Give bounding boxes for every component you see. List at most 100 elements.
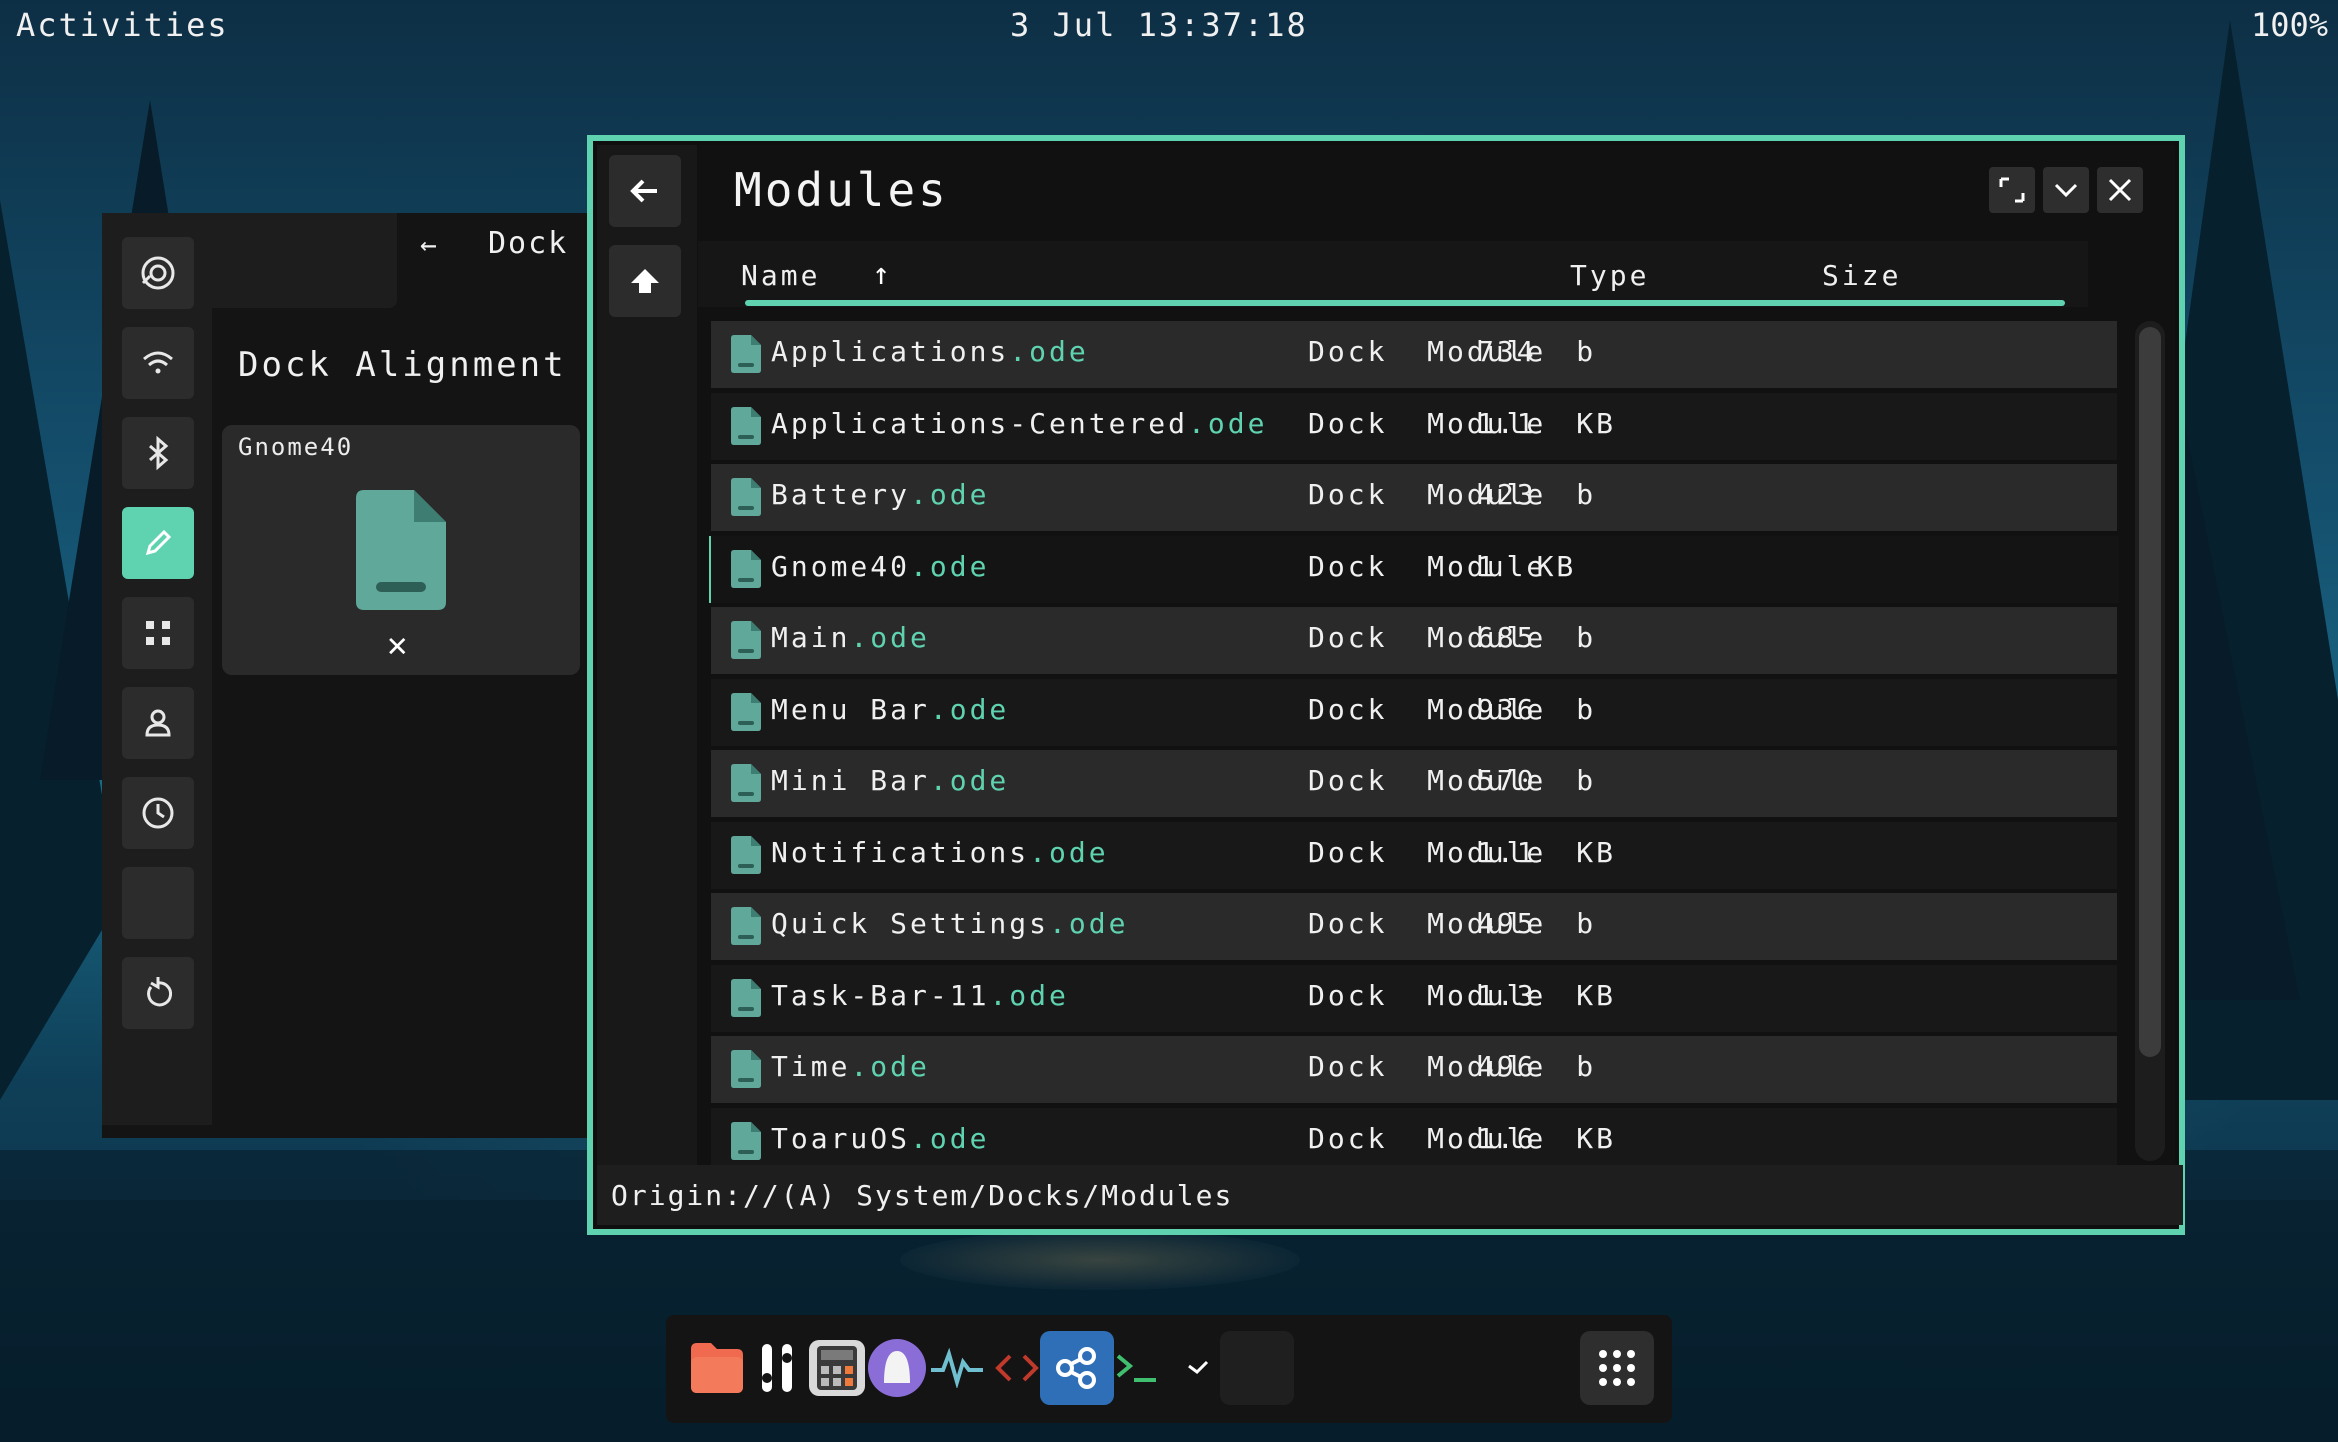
close-icon[interactable] [2097, 167, 2143, 213]
file-name: Battery.ode [771, 478, 989, 511]
file-size: 1 KB [1477, 550, 1577, 583]
file-name: Mini Bar.ode [771, 764, 1009, 797]
file-extension: .ode [1188, 407, 1268, 440]
file-extension: .ode [989, 979, 1069, 1012]
file-basename: Time [771, 1050, 851, 1083]
user-icon[interactable] [122, 687, 194, 759]
settings-sidebar [102, 213, 212, 1125]
file-row[interactable]: Battery.ode Dock Module 423 b [711, 464, 2117, 531]
file-name: Quick Settings.ode [771, 907, 1128, 940]
file-manager-rail [597, 145, 697, 1175]
file-name: Gnome40.ode [771, 550, 989, 583]
file-row[interactable]: Menu Bar.ode Dock Module 936 b [711, 679, 2117, 746]
blank-icon[interactable] [122, 867, 194, 939]
file-icon [731, 478, 761, 520]
file-manager-body: Modules Name ↑ Type Size Applications.od… [597, 145, 2183, 1225]
file-basename: Mini Bar [771, 764, 930, 797]
file-size: 685 b [1477, 621, 1597, 654]
current-path: Origin://(A) System/Docks/Modules [611, 1179, 1234, 1212]
remove-module-button[interactable]: ✕ [387, 625, 407, 665]
file-row[interactable]: Applications-Centered.ode Dock Module 1.1 … [711, 393, 2117, 460]
settings-title: Dock [488, 226, 569, 261]
file-basename: Applications-Centered [771, 407, 1189, 440]
file-size: 936 b [1477, 693, 1597, 726]
file-extension: .ode [929, 693, 1010, 726]
file-name: Notifications.ode [771, 836, 1109, 869]
file-icon [731, 407, 761, 449]
back-arrow-icon[interactable]: ← [420, 228, 437, 261]
file-manager-window: Modules Name ↑ Type Size Applications.od… [587, 135, 2185, 1235]
file-basename: Main [771, 621, 851, 654]
dock-alignment-heading: Dock Alignment [238, 345, 567, 385]
file-icon [731, 693, 761, 735]
module-card-name: Gnome40 [238, 433, 354, 461]
file-icon [731, 907, 761, 949]
dock [666, 1315, 1672, 1423]
module-card[interactable]: Gnome40 ✕ [222, 425, 580, 675]
file-icon [731, 550, 761, 592]
file-icon [731, 621, 761, 663]
window-title: Modules [734, 163, 949, 217]
file-icon [731, 764, 761, 806]
file-size: 496 b [1477, 1050, 1597, 1083]
file-basename: Applications [771, 335, 1010, 368]
file-extension: .ode [910, 550, 990, 583]
file-row[interactable]: Applications.ode Dock Module 734 b [711, 321, 2117, 388]
file-basename: Gnome40 [771, 550, 911, 583]
battery-indicator[interactable]: 100% [2251, 6, 2328, 44]
appearance-icon[interactable] [122, 237, 194, 309]
file-icon [731, 1122, 761, 1164]
scrollbar-thumb[interactable] [2139, 327, 2161, 1057]
column-name-header[interactable]: Name [741, 259, 820, 292]
column-size-header[interactable]: Size [1822, 259, 1901, 292]
file-name: Time.ode [771, 1050, 930, 1083]
file-icon [731, 979, 761, 1021]
file-row[interactable]: Main.ode Dock Module 685 b [711, 607, 2117, 674]
file-size: 1.1 KB [1477, 836, 1617, 869]
file-row[interactable]: Notifications.ode Dock Module 1.1 KB [711, 822, 2117, 889]
file-row[interactable]: Quick Settings.ode Dock Module 495 b [711, 893, 2117, 960]
app-grid-icon[interactable] [1580, 1331, 1654, 1405]
column-type-header[interactable]: Type [1570, 259, 1649, 292]
file-name: Main.ode [771, 621, 930, 654]
file-extension: .ode [1029, 836, 1109, 869]
clock[interactable]: 3 Jul 13:37:18 [1010, 6, 1308, 44]
file-row[interactable]: Gnome40.ode Dock Module 1 KB [709, 536, 2119, 603]
reset-icon[interactable] [122, 957, 194, 1029]
sort-ascending-icon[interactable]: ↑ [872, 257, 890, 292]
file-row[interactable]: ToaruOS.ode Dock Module 1.6 KB [711, 1108, 2117, 1167]
file-size: 1.1 KB [1477, 407, 1617, 440]
file-extension: .ode [910, 478, 990, 511]
chevron-down-icon[interactable] [2043, 167, 2089, 213]
file-basename: Task-Bar-11 [771, 979, 990, 1012]
file-extension: .ode [910, 1122, 990, 1155]
pen-icon[interactable] [122, 507, 194, 579]
file-extension: .ode [929, 764, 1010, 797]
file-basename: Menu Bar [771, 693, 930, 726]
file-name: Task-Bar-11.ode [771, 979, 1069, 1012]
maximize-icon[interactable] [1989, 167, 2035, 213]
blank-icon[interactable] [1220, 1331, 1294, 1405]
file-name: ToaruOS.ode [771, 1122, 989, 1155]
file-icon [731, 1050, 761, 1092]
file-extension: .ode [1049, 907, 1129, 940]
file-row[interactable]: Time.ode Dock Module 496 b [711, 1036, 2117, 1103]
file-basename: ToaruOS [771, 1122, 911, 1155]
apps-grid-icon[interactable] [122, 597, 194, 669]
up-directory-button[interactable] [609, 245, 681, 317]
top-bar: Activities 3 Jul 13:37:18 100% [0, 0, 2338, 50]
file-size: 423 b [1477, 478, 1597, 511]
scrollbar[interactable] [2135, 321, 2165, 1161]
status-bar: Origin://(A) System/Docks/Modules [597, 1165, 2183, 1225]
file-row[interactable]: Mini Bar.ode Dock Module 570 b [711, 750, 2117, 817]
wifi-icon[interactable] [122, 327, 194, 399]
activities-button[interactable]: Activities [16, 6, 229, 44]
file-list: Applications.ode Dock Module 734 b Applicat… [709, 321, 2119, 1167]
bluetooth-icon[interactable] [122, 417, 194, 489]
window-controls [1989, 167, 2143, 213]
back-button[interactable] [609, 155, 681, 227]
file-basename: Quick Settings [771, 907, 1050, 940]
file-row[interactable]: Task-Bar-11.ode Dock Module 1.3 KB [711, 965, 2117, 1032]
clock-icon[interactable] [122, 777, 194, 849]
file-size: 495 b [1477, 907, 1597, 940]
